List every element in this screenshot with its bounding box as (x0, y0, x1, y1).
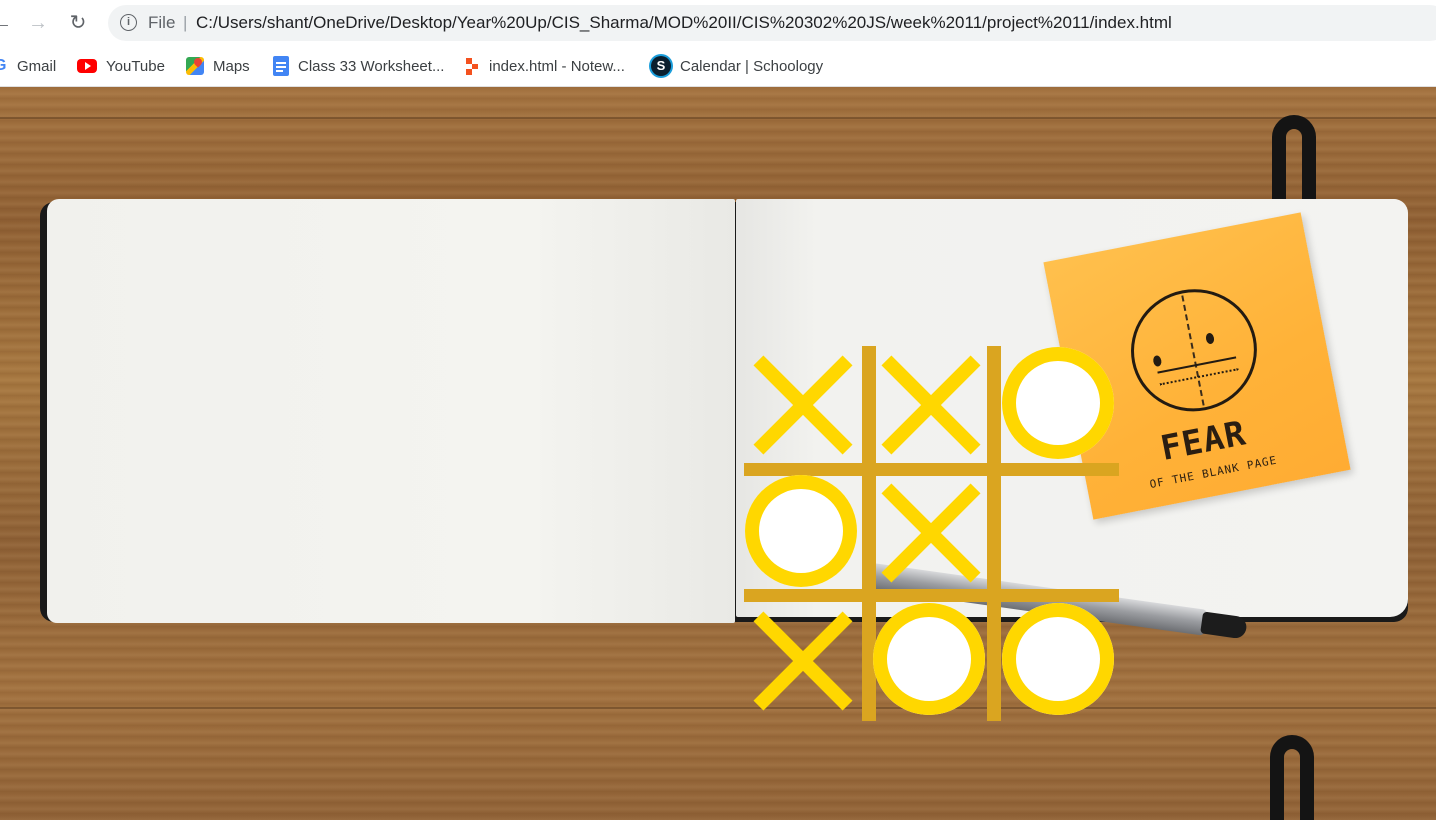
board-cell[interactable] (872, 602, 990, 720)
bookmark-label: Class 33 Worksheet... (298, 57, 445, 75)
bookmarks-bar: G Gmail YouTube Maps Class 33 Worksheet.… (0, 46, 1436, 87)
forward-arrow-icon[interactable]: → (26, 11, 50, 35)
board-cell[interactable] (744, 602, 862, 720)
url-text[interactable]: C:/Users/shant/OneDrive/Desktop/Year%20U… (196, 13, 1172, 33)
bookmark-label: index.html - Notew... (489, 57, 625, 75)
eye-doodle (1152, 354, 1163, 368)
bookmark-calendar-schoology[interactable]: S Calendar | Schoology (651, 55, 823, 77)
x-mark-icon (752, 610, 854, 712)
o-mark-icon (1002, 603, 1114, 715)
notebook-strap (1272, 115, 1316, 205)
marker-cap (1200, 611, 1248, 640)
schoology-icon: S (651, 56, 671, 76)
youtube-icon (77, 59, 97, 73)
address-bar[interactable]: i File | C:/Users/shant/OneDrive/Desktop… (108, 5, 1436, 41)
browser-toolbar: ← → ↻ i File | C:/Users/shant/OneDrive/D… (0, 0, 1436, 46)
maps-icon (186, 56, 204, 75)
bookmark-index-html[interactable]: index.html - Notew... (464, 55, 625, 77)
url-scheme: File (148, 13, 176, 32)
bookmark-maps[interactable]: Maps (186, 55, 250, 77)
x-mark-icon (752, 354, 854, 456)
bookmark-label: Calendar | Schoology (680, 57, 824, 75)
bookmark-class-33-worksheet[interactable]: Class 33 Worksheet... (273, 55, 444, 77)
google-g-icon: G (0, 58, 7, 74)
reload-icon[interactable]: ↻ (66, 11, 90, 35)
board-cell[interactable] (1001, 346, 1119, 464)
o-mark-icon (873, 603, 985, 715)
plank-seam (0, 117, 1436, 119)
board-cell[interactable] (744, 346, 862, 464)
x-mark-icon (880, 354, 982, 456)
board-cell[interactable] (872, 474, 990, 592)
board-cell[interactable] (744, 474, 862, 592)
eye-doodle (1205, 332, 1215, 345)
board-cell[interactable] (872, 346, 990, 464)
plank-seam (0, 707, 1436, 709)
info-icon[interactable]: i (120, 14, 137, 31)
bookmark-label: YouTube (106, 57, 165, 75)
stitch-doodle (1181, 295, 1205, 406)
bookmark-youtube[interactable]: YouTube (77, 55, 165, 77)
bookmark-gmail[interactable]: G Gmail (0, 55, 56, 77)
tic-tac-toe-board (744, 346, 1119, 721)
bookmark-label: Gmail (17, 57, 57, 75)
o-mark-icon (1002, 347, 1114, 459)
notebook-page-left (47, 199, 735, 623)
page-viewport: FEAR OF THE BLANK PAGE (0, 87, 1436, 820)
url-separator: | (183, 13, 188, 32)
notebook-strap (1270, 735, 1314, 820)
board-cell[interactable] (1001, 474, 1119, 592)
face-doodle (1120, 278, 1268, 423)
notewriter-icon (464, 57, 480, 75)
bookmark-label: Maps (213, 57, 250, 75)
back-arrow-icon[interactable]: ← (0, 11, 14, 35)
o-mark-icon (745, 475, 857, 587)
google-docs-icon (273, 56, 289, 76)
board-cell[interactable] (1001, 602, 1119, 720)
x-mark-icon (880, 482, 982, 584)
